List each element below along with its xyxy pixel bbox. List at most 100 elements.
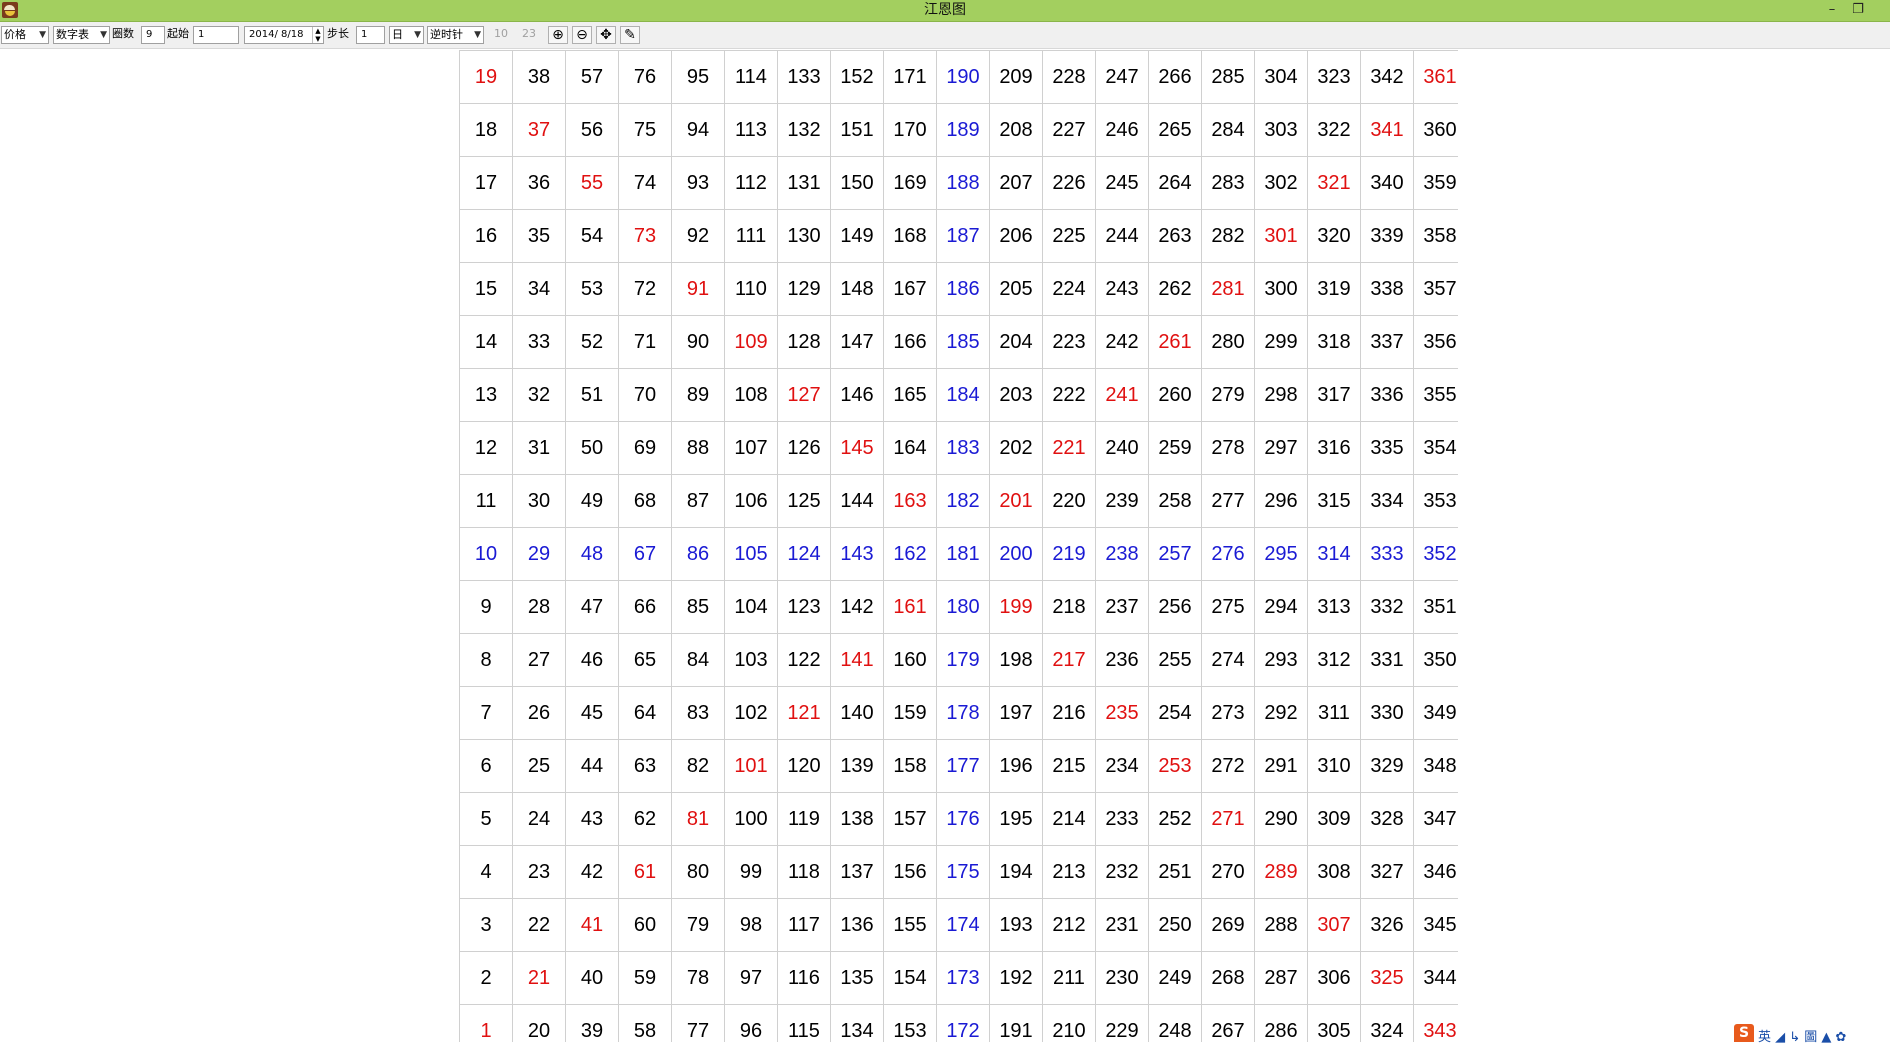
grid-cell[interactable]: 22 (512, 898, 566, 952)
grid-cell[interactable]: 220 (1042, 474, 1096, 528)
grid-cell[interactable]: 189 (936, 103, 990, 157)
grid-cell[interactable]: 350 (1413, 633, 1458, 687)
grid-cell[interactable]: 89 (671, 368, 725, 422)
grid-cell[interactable]: 168 (883, 209, 937, 263)
move-icon[interactable]: ✥ (596, 26, 616, 44)
grid-cell[interactable]: 280 (1201, 315, 1255, 369)
grid-cell[interactable]: 214 (1042, 792, 1096, 846)
grid-cell[interactable]: 65 (618, 633, 672, 687)
grid-cell[interactable]: 267 (1201, 1004, 1255, 1042)
circles-input[interactable]: 9 (141, 26, 165, 44)
grid-cell[interactable]: 237 (1095, 580, 1149, 634)
grid-cell[interactable]: 188 (936, 156, 990, 210)
grid-cell[interactable]: 59 (618, 951, 672, 1005)
grid-cell[interactable]: 306 (1307, 951, 1361, 1005)
grid-cell[interactable]: 163 (883, 474, 937, 528)
grid-cell[interactable]: 118 (777, 845, 831, 899)
grid-cell[interactable]: 157 (883, 792, 937, 846)
grid-cell[interactable]: 318 (1307, 315, 1361, 369)
grid-cell[interactable]: 121 (777, 686, 831, 740)
grid-cell[interactable]: 52 (565, 315, 619, 369)
grid-cell[interactable]: 197 (989, 686, 1043, 740)
grid-cell[interactable]: 26 (512, 686, 566, 740)
start-input[interactable]: 1 (193, 26, 239, 44)
grid-cell[interactable]: 354 (1413, 421, 1458, 475)
grid-cell[interactable]: 357 (1413, 262, 1458, 316)
grid-cell[interactable]: 196 (989, 739, 1043, 793)
grid-cell[interactable]: 3 (459, 898, 513, 952)
grid-cell[interactable]: 358 (1413, 209, 1458, 263)
grid-cell[interactable]: 74 (618, 156, 672, 210)
grid-cell[interactable]: 313 (1307, 580, 1361, 634)
grid-cell[interactable]: 252 (1148, 792, 1202, 846)
grid-cell[interactable]: 13 (459, 368, 513, 422)
grid-cell[interactable]: 201 (989, 474, 1043, 528)
grid-cell[interactable]: 60 (618, 898, 672, 952)
grid-cell[interactable]: 352 (1413, 527, 1458, 581)
grid-cell[interactable]: 56 (565, 103, 619, 157)
grid-cell[interactable]: 106 (724, 474, 778, 528)
grid-cell[interactable]: 115 (777, 1004, 831, 1042)
grid-cell[interactable]: 62 (618, 792, 672, 846)
grid-cell[interactable]: 248 (1148, 1004, 1202, 1042)
grid-cell[interactable]: 279 (1201, 368, 1255, 422)
grid-cell[interactable]: 19 (459, 50, 513, 104)
date-picker[interactable]: 2014/ 8/18 ▲ ▼ (244, 26, 324, 44)
grid-cell[interactable]: 81 (671, 792, 725, 846)
grid-cell[interactable]: 108 (724, 368, 778, 422)
grid-cell[interactable]: 213 (1042, 845, 1096, 899)
grid-cell[interactable]: 321 (1307, 156, 1361, 210)
grid-cell[interactable]: 172 (936, 1004, 990, 1042)
grid-cell[interactable]: 32 (512, 368, 566, 422)
grid-cell[interactable]: 194 (989, 845, 1043, 899)
grid-cell[interactable]: 176 (936, 792, 990, 846)
grid-cell[interactable]: 216 (1042, 686, 1096, 740)
grid-cell[interactable]: 131 (777, 156, 831, 210)
grid-cell[interactable]: 361 (1413, 50, 1458, 104)
grid-cell[interactable]: 54 (565, 209, 619, 263)
grid-cell[interactable]: 175 (936, 845, 990, 899)
grid-cell[interactable]: 102 (724, 686, 778, 740)
grid-cell[interactable]: 251 (1148, 845, 1202, 899)
grid-cell[interactable]: 203 (989, 368, 1043, 422)
grid-cell[interactable]: 339 (1360, 209, 1414, 263)
grid-cell[interactable]: 28 (512, 580, 566, 634)
grid-cell[interactable]: 275 (1201, 580, 1255, 634)
grid-cell[interactable]: 158 (883, 739, 937, 793)
mode-select[interactable]: 数字表 ▼ (53, 26, 110, 44)
grid-cell[interactable]: 156 (883, 845, 937, 899)
grid-cell[interactable]: 221 (1042, 421, 1096, 475)
grid-cell[interactable]: 33 (512, 315, 566, 369)
grid-cell[interactable]: 333 (1360, 527, 1414, 581)
grid-cell[interactable]: 138 (830, 792, 884, 846)
grid-cell[interactable]: 259 (1148, 421, 1202, 475)
grid-cell[interactable]: 9 (459, 580, 513, 634)
grid-cell[interactable]: 29 (512, 527, 566, 581)
grid-cell[interactable]: 297 (1254, 421, 1308, 475)
grid-cell[interactable]: 177 (936, 739, 990, 793)
grid-cell[interactable]: 239 (1095, 474, 1149, 528)
grid-cell[interactable]: 171 (883, 50, 937, 104)
grid-cell[interactable]: 187 (936, 209, 990, 263)
grid-cell[interactable]: 257 (1148, 527, 1202, 581)
grid-cell[interactable]: 116 (777, 951, 831, 1005)
grid-cell[interactable]: 47 (565, 580, 619, 634)
grid-cell[interactable]: 282 (1201, 209, 1255, 263)
grid-cell[interactable]: 300 (1254, 262, 1308, 316)
grid-cell[interactable]: 127 (777, 368, 831, 422)
grid-cell[interactable]: 288 (1254, 898, 1308, 952)
grid-cell[interactable]: 76 (618, 50, 672, 104)
grid-cell[interactable]: 325 (1360, 951, 1414, 1005)
price-select[interactable]: 价格 ▼ (1, 26, 49, 44)
grid-cell[interactable]: 224 (1042, 262, 1096, 316)
grid-cell[interactable]: 159 (883, 686, 937, 740)
grid-cell[interactable]: 117 (777, 898, 831, 952)
grid-cell[interactable]: 144 (830, 474, 884, 528)
grid-cell[interactable]: 96 (724, 1004, 778, 1042)
grid-cell[interactable]: 67 (618, 527, 672, 581)
grid-cell[interactable]: 287 (1254, 951, 1308, 1005)
grid-cell[interactable]: 344 (1413, 951, 1458, 1005)
grid-cell[interactable]: 164 (883, 421, 937, 475)
grid-cell[interactable]: 147 (830, 315, 884, 369)
grid-cell[interactable]: 355 (1413, 368, 1458, 422)
